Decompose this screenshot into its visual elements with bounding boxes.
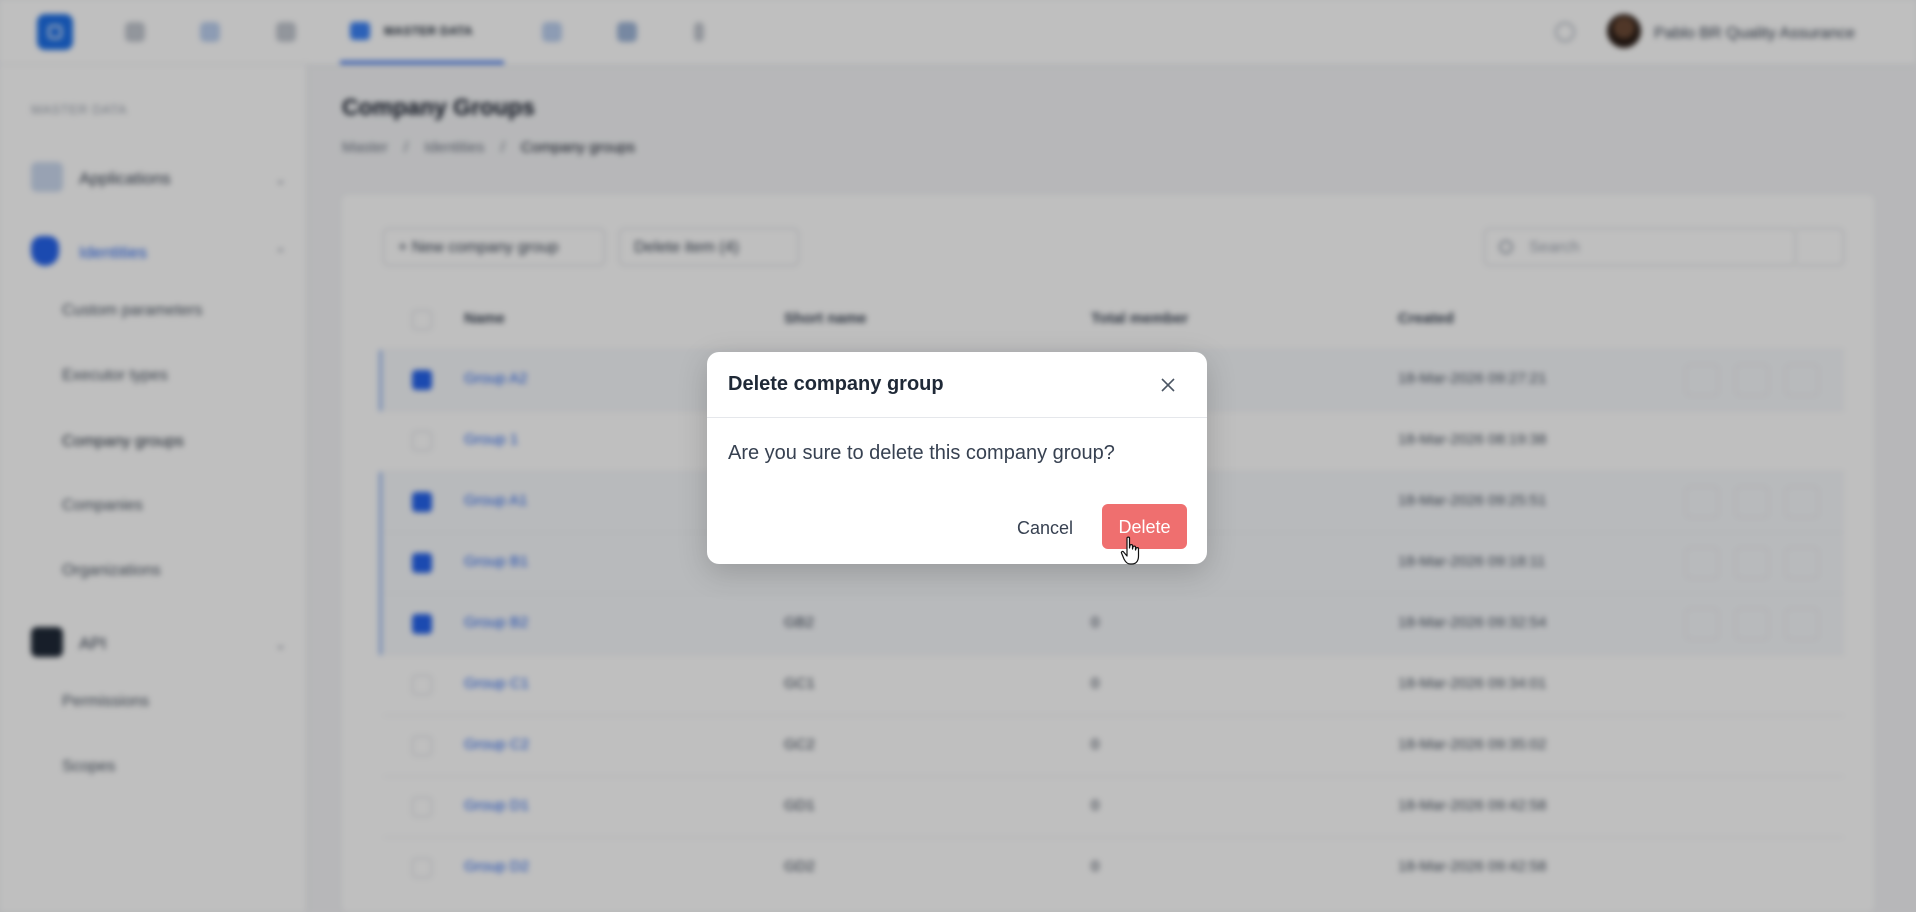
- delete-confirm-dialog: Delete company group Are you sure to del…: [707, 352, 1207, 564]
- dialog-title: Delete company group: [728, 373, 944, 395]
- delete-button[interactable]: Delete: [1102, 504, 1187, 549]
- dialog-message: Are you sure to delete this company grou…: [728, 442, 1115, 464]
- dialog-header: Delete company group: [707, 352, 1207, 418]
- cancel-button[interactable]: Cancel: [1007, 505, 1083, 549]
- close-icon[interactable]: [1157, 374, 1179, 396]
- hand-pointer-icon: [1120, 536, 1140, 565]
